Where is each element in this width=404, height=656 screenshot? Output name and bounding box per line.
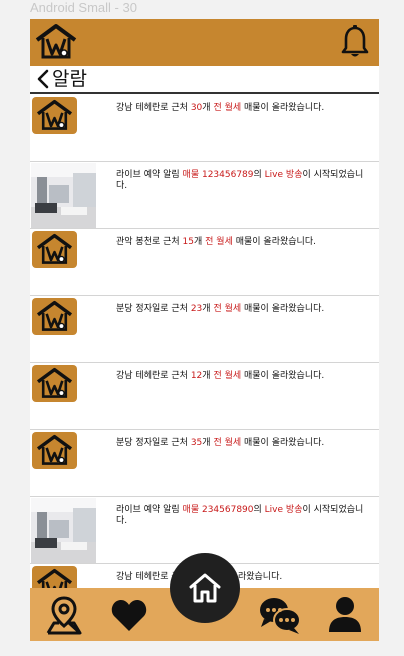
chat-bubbles-icon[interactable] xyxy=(258,595,302,635)
notification-text: 강남 테헤란로 근처 12개 전 월세 매물이 올라왔습니다. xyxy=(116,371,372,382)
heart-icon[interactable] xyxy=(110,597,148,633)
house-logo-icon xyxy=(32,231,77,268)
phone-screen: 알람 강남 테헤란로 근처 30개 전 월세 매물이 올라왔습니다. 라이브 예약… xyxy=(30,19,379,641)
notification-row[interactable]: 라이브 예약 알림 매물 123456789의 Live 방송이 시작되었습니다… xyxy=(30,162,379,229)
message-text: 매물이 올라왔습니다. xyxy=(241,103,325,113)
notification-text: 분당 정자일로 근처 23개 전 월세 매물이 올라왔습니다. xyxy=(116,304,372,315)
chevron-left-icon[interactable] xyxy=(36,69,50,89)
highlight-text: 15 xyxy=(182,237,194,247)
message-text: 강남 테헤란로 근처 xyxy=(116,371,191,381)
highlight-text: 12 xyxy=(190,371,203,381)
message-text: 강남 테헤란로 근처 xyxy=(116,103,191,113)
message-text: 라이브 예약 알림 xyxy=(116,170,183,180)
notification-text: 강남 테헤란로 근처 세 매물이 올라왔습니다. xyxy=(116,572,372,583)
room-photo xyxy=(31,498,96,563)
highlight-text: 전 월세 xyxy=(205,237,233,247)
message-text: 매물이 올라왔습니다. xyxy=(232,237,316,247)
notification-text: 관악 봉천로 근처 15개 전 월세 매물이 올라왔습니다. xyxy=(116,237,372,248)
home-fab-button[interactable] xyxy=(170,553,240,623)
message-text: 매물이 올라왔습니다. xyxy=(241,371,325,381)
notification-text: 분당 정자일로 근처 35개 전 월세 매물이 올라왔습니다. xyxy=(116,438,372,449)
page-title: 알람 xyxy=(52,68,87,90)
notification-row[interactable]: 관악 봉천로 근처 15개 전 월세 매물이 올라왔습니다. xyxy=(30,229,379,296)
notification-text: 라이브 예약 알림 매물 234567890의 Live 방송이 시작되었습니다… xyxy=(116,505,372,527)
message-text: 개 xyxy=(194,237,206,247)
highlight-text: 전 월세 xyxy=(213,371,242,381)
house-logo-icon xyxy=(32,365,77,402)
highlight-text: Live 방송 xyxy=(264,505,303,515)
house-logo-icon[interactable] xyxy=(35,23,77,61)
highlight-text: 35 xyxy=(190,438,203,448)
house-logo-icon xyxy=(32,298,77,335)
map-pin-icon[interactable] xyxy=(45,595,83,635)
room-photo xyxy=(31,163,96,228)
notification-list[interactable]: 강남 테헤란로 근처 30개 전 월세 매물이 올라왔습니다. 라이브 예약 알림… xyxy=(30,95,379,631)
highlight-text: 전 월세 xyxy=(213,103,242,113)
message-text: 관악 봉천로 근처 xyxy=(116,237,183,247)
notification-row[interactable]: 분당 정자일로 근처 35개 전 월세 매물이 올라왔습니다. xyxy=(30,430,379,497)
house-logo-icon xyxy=(32,432,77,469)
notification-text: 강남 테헤란로 근처 30개 전 월세 매물이 올라왔습니다. xyxy=(116,103,372,114)
notification-row[interactable]: 분당 정자일로 근처 23개 전 월세 매물이 올라왔습니다. xyxy=(30,296,379,363)
message-text: 분당 정자일로 근처 xyxy=(116,438,191,448)
message-text: 의 xyxy=(253,170,265,180)
highlight-text: 전 월세 xyxy=(213,304,242,314)
app-header xyxy=(30,19,379,66)
highlight-text: 매물 234567890 xyxy=(182,505,254,515)
title-bar: 알람 xyxy=(30,66,379,94)
notification-row[interactable]: 강남 테헤란로 근처 30개 전 월세 매물이 올라왔습니다. xyxy=(30,95,379,162)
message-text: 매물이 올라왔습니다. xyxy=(241,304,325,314)
house-logo-icon xyxy=(32,97,77,134)
notification-row[interactable]: 강남 테헤란로 근처 12개 전 월세 매물이 올라왔습니다. xyxy=(30,363,379,430)
message-text: 의 xyxy=(253,505,265,515)
highlight-text: 전 월세 xyxy=(213,438,242,448)
highlight-text: 매물 123456789 xyxy=(182,170,254,180)
message-text: 개 xyxy=(202,371,214,381)
highlight-text: Live 방송 xyxy=(264,170,303,180)
frame-label: Android Small - 30 xyxy=(30,0,137,15)
bell-icon[interactable] xyxy=(341,25,369,59)
message-text: 개 xyxy=(202,304,214,314)
message-text: 개 xyxy=(202,103,214,113)
highlight-text: 30 xyxy=(190,103,203,113)
home-icon xyxy=(189,573,221,603)
notification-text: 라이브 예약 알림 매물 123456789의 Live 방송이 시작되었습니다… xyxy=(116,170,372,192)
user-icon[interactable] xyxy=(327,595,363,635)
highlight-text: 23 xyxy=(190,304,203,314)
message-text: 개 xyxy=(202,438,214,448)
message-text: 라이브 예약 알림 xyxy=(116,505,183,515)
message-text: 분당 정자일로 근처 xyxy=(116,304,191,314)
message-text: 매물이 올라왔습니다. xyxy=(241,438,325,448)
